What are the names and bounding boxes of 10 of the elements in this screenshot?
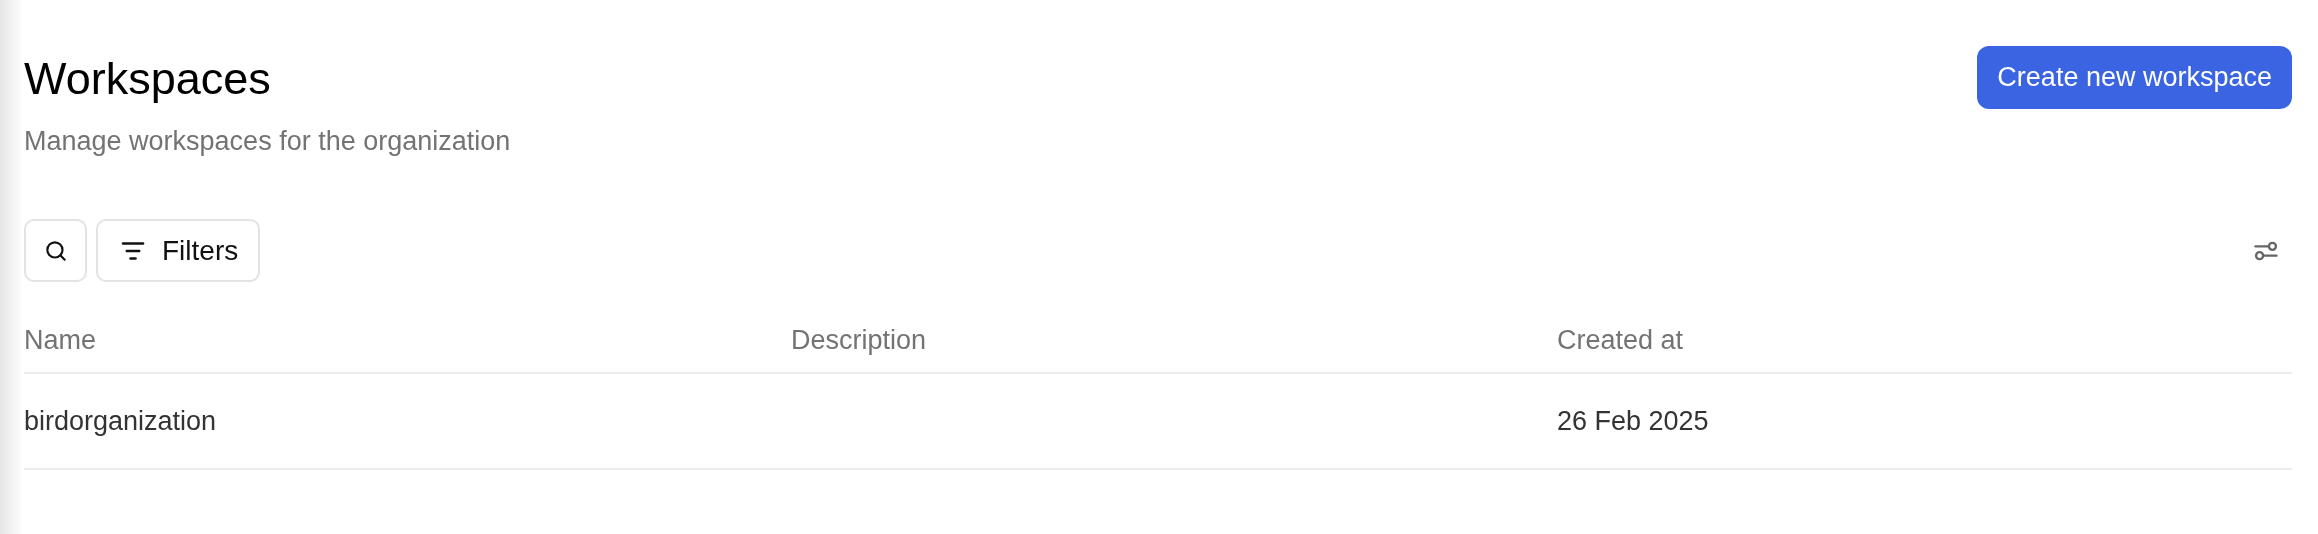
filters-button[interactable]: Filters	[96, 219, 261, 282]
column-header[interactable]: Created at	[1557, 324, 1684, 355]
table-cell: birdorganization	[24, 405, 217, 436]
create-workspace-button[interactable]: Create new workspace	[1977, 46, 2292, 109]
page-subtitle: Manage workspaces for the organization	[24, 126, 511, 157]
page-title: Workspaces	[24, 52, 272, 106]
column-header[interactable]: Name	[24, 324, 97, 355]
search-button[interactable]	[24, 219, 87, 282]
column-header[interactable]: Description	[791, 324, 927, 355]
table-cell: 26 Feb 2025	[1557, 405, 1709, 436]
